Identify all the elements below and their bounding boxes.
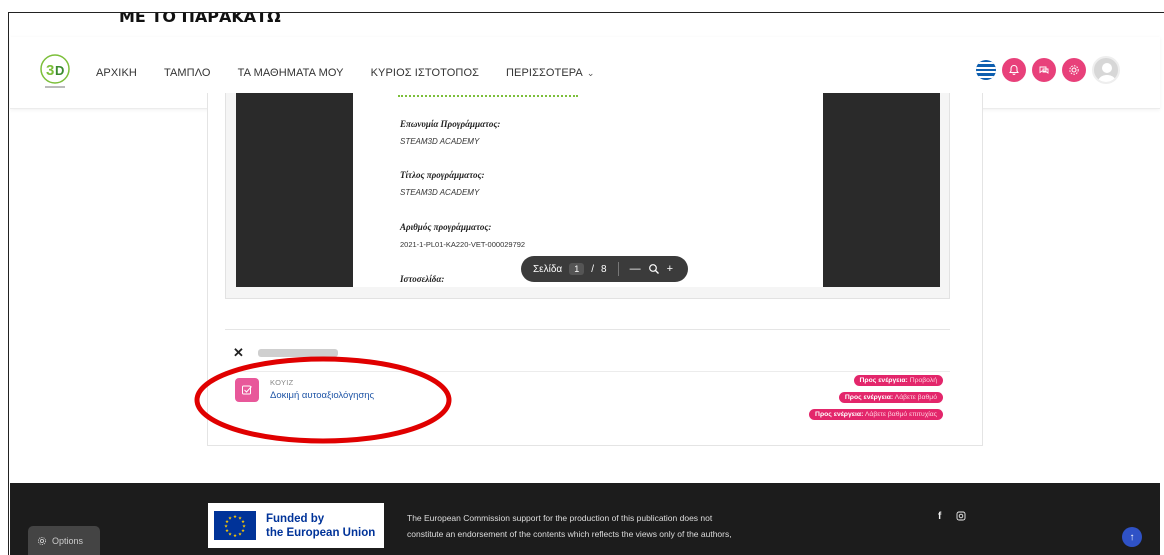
- nav-item-main-site[interactable]: ΚΥΡΙΟΣ ΙΣΤΟΤΟΠΟΣ: [371, 67, 479, 79]
- red-annotation-ellipse: [194, 356, 452, 444]
- badge-prefix: Προς ενέργεια:: [815, 411, 864, 418]
- user-avatar-icon[interactable]: [1092, 56, 1120, 84]
- pdf-field-value: STEAM3D ACADEMY: [400, 188, 480, 197]
- svg-text:3: 3: [46, 62, 54, 79]
- badge-value: Προβολή: [909, 377, 937, 384]
- pdf-page-separator: /: [591, 263, 595, 275]
- chat-icon: [1039, 66, 1049, 74]
- avatar-head: [1102, 63, 1112, 73]
- pdf-field-label: Επωνυμία Προγράμματος:: [400, 119, 501, 129]
- instagram-icon[interactable]: [956, 511, 966, 521]
- disclaimer-line: constitute an endorsement of the content…: [407, 529, 732, 539]
- pdf-toolbar-divider: [617, 262, 619, 276]
- avatar-body: [1098, 75, 1116, 82]
- nav-item-dashboard[interactable]: ΤΑΜΠΛΟ: [164, 67, 211, 79]
- eu-funding-logo: ★ ★ ★ ★ ★ ★ ★ ★ ★ ★ ★ ★ Funded by the European Un…: [208, 503, 384, 548]
- steam3d-logo-icon: 3 D: [40, 54, 70, 88]
- completion-badges: Προς ενέργεια: Προβολή Προς ενέργεια: Λά…: [809, 375, 943, 420]
- zoom-in-icon[interactable]: +: [667, 263, 673, 275]
- flag-stripe: [976, 66, 996, 69]
- svg-text:★: ★: [228, 516, 232, 522]
- pdf-field-label: Τίτλος προγράμματος:: [400, 170, 485, 180]
- gear-icon: [37, 536, 47, 546]
- pdf-field-value: STEAM3D ACADEMY: [400, 137, 480, 146]
- gear-icon: [1069, 65, 1079, 75]
- nav-item-home[interactable]: ΑΡΧΙΚΗ: [96, 67, 137, 79]
- disclaimer-line: The European Commission support for the …: [407, 513, 713, 523]
- completion-badge-view: Προς ενέργεια: Προβολή: [853, 375, 943, 386]
- svg-text:★: ★: [233, 533, 237, 539]
- scroll-to-top-button[interactable]: ↑: [1122, 527, 1142, 547]
- pdf-field-label: Αριθμός προγράμματος:: [400, 222, 492, 232]
- arrow-up-icon: ↑: [1129, 531, 1135, 543]
- options-label: Options: [52, 536, 84, 546]
- screenshot-frame: ΜΕ ΤΟ ΠΑΡΑΚΑΤΩ 3 D ΑΡΧΙΚΗ ΤΑΜΠΛΟ ΤΑ ΜΑΘΗ…: [8, 12, 1164, 555]
- nav-item-my-courses[interactable]: ΤΑ ΜΑΘΗΜΑΤΑ ΜΟΥ: [238, 67, 344, 79]
- footer-disclaimer: The European Commission support for the …: [407, 510, 787, 542]
- site-logo[interactable]: 3 D: [39, 53, 71, 91]
- eu-flag-icon: ★ ★ ★ ★ ★ ★ ★ ★ ★ ★ ★ ★: [214, 511, 256, 540]
- badge-prefix: Προς ενέργεια:: [844, 394, 894, 401]
- svg-text:★: ★: [238, 532, 242, 538]
- bell-icon: [1009, 64, 1019, 75]
- nav-item-more-label: ΠΕΡΙΣΣΟΤΕΡΑ: [506, 67, 583, 79]
- nav-item-more[interactable]: ΠΕΡΙΣΣΟΤΕΡΑ ⌄: [506, 67, 595, 79]
- svg-text:D: D: [55, 63, 64, 78]
- badge-value: Λάβετε βαθμό επιτυχίας: [864, 411, 937, 418]
- pdf-field-value: 2021-1-PL01-KA220-VET-000029792: [400, 240, 526, 249]
- section-divider: [225, 329, 950, 330]
- badge-value: Λάβετε βαθμό: [894, 394, 937, 401]
- eu-text-line: the European Union: [266, 526, 376, 539]
- notifications-button[interactable]: [1002, 58, 1026, 82]
- eu-stars-icon: ★ ★★★ ★★★★ ★★★★: [224, 514, 246, 539]
- chevron-down-icon: ⌄: [586, 68, 595, 78]
- pdf-page-input[interactable]: 1: [569, 263, 585, 275]
- pdf-field-label: Ιστοσελίδα:: [400, 274, 445, 284]
- flag-stripe: [976, 62, 996, 65]
- pdf-viewer[interactable]: Επωνυμία Προγράμματος: STEAM3D ACADEMY Τ…: [225, 93, 950, 299]
- eu-funding-text: Funded by the European Union: [266, 512, 375, 540]
- pdf-total-pages: 8: [601, 263, 607, 275]
- settings-button[interactable]: [1062, 58, 1086, 82]
- completion-badge-grade: Προς ενέργεια: Λάβετε βαθμό: [838, 392, 943, 403]
- messages-button[interactable]: [1032, 58, 1056, 82]
- facebook-icon[interactable]: f: [938, 511, 941, 522]
- zoom-out-icon[interactable]: —: [630, 263, 641, 275]
- social-links: f: [938, 511, 966, 522]
- navbar-actions: [976, 56, 1120, 84]
- zoom-icon[interactable]: [648, 263, 660, 275]
- document-header-text: ΜΕ ΤΟ ΠΑΡΑΚΑΤΩ: [119, 12, 281, 26]
- pdf-toolbar: Σελίδα 1 / 8 — +: [521, 256, 688, 282]
- svg-text:★: ★: [233, 514, 237, 520]
- site-footer: ★ ★ ★ ★ ★ ★ ★ ★ ★ ★ ★ ★ Funded by the European Un…: [10, 483, 1160, 555]
- completion-badge-pass-grade: Προς ενέργεια: Λάβετε βαθμό επιτυχίας: [809, 409, 943, 420]
- pdf-page-label: Σελίδα: [533, 263, 563, 275]
- flag-stripe: [976, 71, 996, 74]
- pdf-green-dotted-line: [398, 95, 578, 99]
- badge-prefix: Προς ενέργεια:: [859, 377, 908, 384]
- greek-flag-icon[interactable]: [976, 60, 996, 80]
- flag-stripe: [976, 75, 996, 78]
- eu-text-line: Funded by: [266, 512, 325, 525]
- options-button[interactable]: Options: [28, 526, 100, 555]
